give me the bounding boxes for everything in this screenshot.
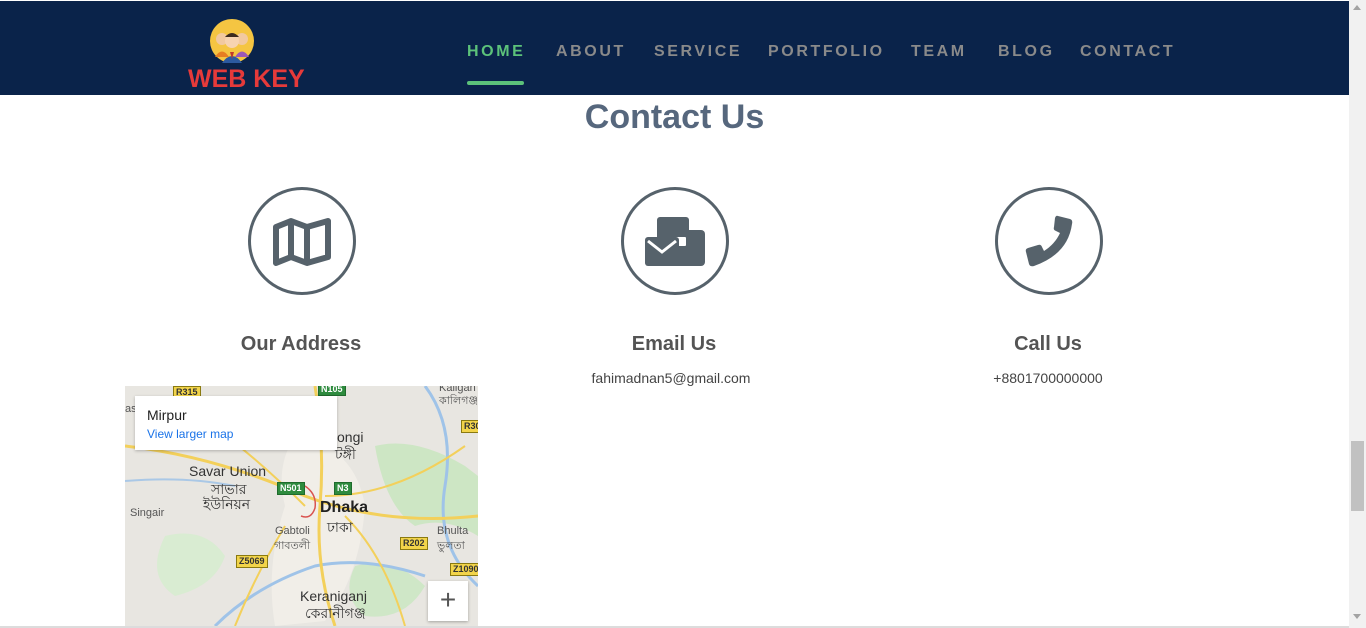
map-label-bhulta: Bhulta (437, 525, 469, 537)
map-label-savar: Savar Union (189, 463, 267, 479)
map-label-tongi-bn: টঙ্গী (335, 446, 356, 462)
team-avatars-logo-icon (210, 19, 254, 63)
email-value[interactable]: fahimadnan5@gmail.com (521, 370, 821, 386)
map-info-card: Mirpur View larger map (135, 396, 337, 450)
phone-value[interactable]: +8801700000000 (898, 370, 1198, 386)
road-shield-n501: N501 (277, 482, 305, 495)
address-title: Our Address (240, 333, 362, 355)
nav-service[interactable]: SERVICE (654, 43, 742, 61)
nav-team[interactable]: TEAM (911, 43, 967, 61)
brand-name: WEB KEY (188, 65, 305, 93)
nav-blog[interactable]: BLOG (998, 43, 1055, 61)
scrollbar-thumb[interactable] (1351, 441, 1364, 511)
call-title: Call Us (1014, 333, 1082, 355)
brand-logo[interactable]: WEB KEY (186, 19, 305, 95)
phone-icon (1025, 215, 1073, 267)
road-shield-r202: R202 (400, 537, 428, 550)
nav-about[interactable]: ABOUT (556, 43, 626, 61)
road-shield-n105: N105 (318, 386, 346, 396)
road-shield-r30: R30 (461, 420, 478, 433)
phone-icon-circle (995, 187, 1103, 295)
map-label-gabtoli-bn: গাবতলী (274, 540, 311, 552)
email-icon-circle (621, 187, 729, 295)
map-label-dhaka: Dhaka (320, 499, 369, 516)
envelope-icon (645, 217, 705, 266)
map-label-singair: Singair (130, 507, 165, 519)
map-label-keraniganj-bn: কেরানীগঞ্জ (305, 605, 366, 621)
google-map-embed[interactable]: R315 N105 R30 N501 N3 R202 Z5069 Z1090 a… (125, 386, 478, 626)
nav-portfolio[interactable]: PORTFOLIO (768, 43, 885, 61)
road-shield-n3: N3 (334, 482, 352, 495)
nav-home[interactable]: HOME (467, 43, 525, 61)
view-larger-map-link[interactable]: View larger map (147, 427, 233, 441)
road-shield-z1090: Z1090 (450, 563, 478, 576)
scroll-up-arrow-icon[interactable] (1353, 5, 1361, 10)
section-title: Contact Us (584, 98, 765, 136)
road-shield-z5069: Z5069 (236, 555, 268, 568)
nav-active-indicator (467, 81, 524, 85)
map-zoom-in-button[interactable]: + (428, 581, 468, 621)
email-title: Email Us (631, 333, 717, 355)
map-label-bhulta-bn: ভুলতা (437, 540, 465, 552)
map-place-name: Mirpur (147, 407, 187, 423)
scroll-down-arrow-icon[interactable] (1353, 614, 1361, 619)
map-icon (273, 218, 331, 266)
vertical-scrollbar[interactable] (1349, 0, 1366, 628)
map-label-kaliganj-bn: কালিগঞ্জ (439, 395, 478, 407)
map-label-savar-bn2: ইউনিয়ন (203, 496, 251, 512)
top-navbar: WEB KEY HOME ABOUT SERVICE PORTFOLIO TEA… (0, 1, 1349, 95)
nav-contact[interactable]: CONTACT (1080, 43, 1175, 61)
map-label-gabtoli: Gabtoli (275, 525, 310, 537)
address-icon-circle (248, 187, 356, 295)
map-label-dhaka-bn: ঢাকা (327, 519, 353, 535)
